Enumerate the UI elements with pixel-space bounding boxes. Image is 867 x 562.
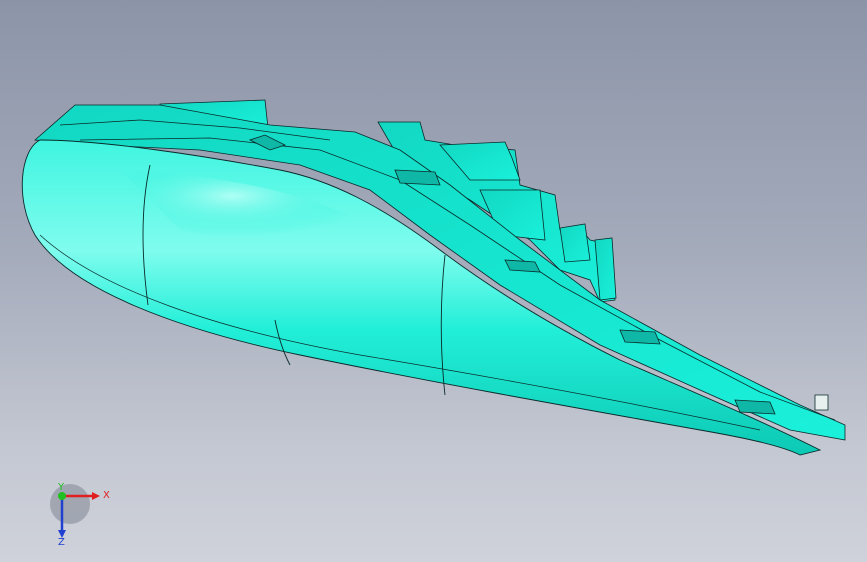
y-axis-arrow [58,492,66,500]
cad-model[interactable] [0,0,867,562]
coordinate-triad: X Y Z [50,482,110,546]
z-axis-label: Z [58,537,65,546]
y-axis-label: Y [57,482,65,493]
x-axis-label: X [103,490,110,501]
graphics-viewport[interactable]: X Y Z [0,0,867,562]
triad-origin-shadow [50,484,90,524]
